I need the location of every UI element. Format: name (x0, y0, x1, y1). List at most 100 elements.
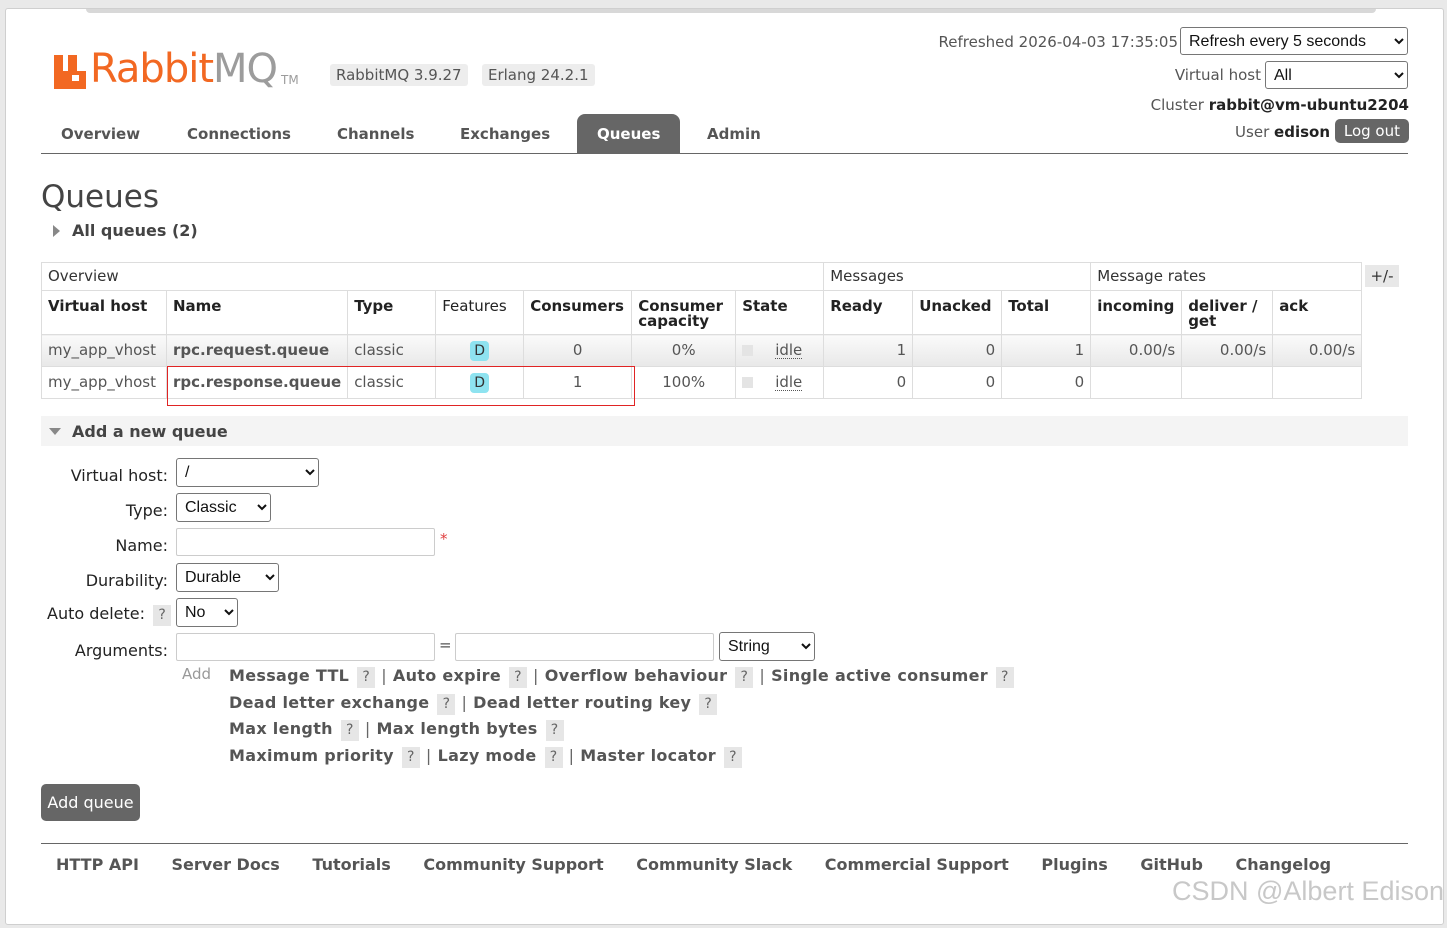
argument-value-input[interactable] (455, 633, 714, 661)
all-queues-label: All queues (2) (72, 221, 198, 240)
cell-ready: 1 (823, 334, 914, 367)
arg-message-ttl-link[interactable]: Message TTL (229, 666, 349, 685)
tab-overview[interactable]: Overview (41, 114, 160, 154)
auto-delete-field-label: Auto delete: (47, 604, 146, 623)
vhost-select[interactable]: / (176, 458, 319, 487)
arguments-field-label: Arguments: (74, 641, 168, 660)
arg-dlrk-link[interactable]: Dead letter routing key (473, 693, 691, 712)
logo-trademark: TM (281, 73, 299, 87)
auto-delete-select[interactable]: No (176, 598, 238, 627)
cell-ready: 0 (823, 366, 914, 399)
col-total[interactable]: Total (1001, 290, 1092, 335)
help-icon[interactable]: ? (340, 720, 359, 741)
help-icon[interactable]: ? (724, 747, 742, 768)
tab-admin[interactable]: Admin (687, 114, 781, 154)
footer-link-changelog[interactable]: Changelog (1235, 855, 1331, 874)
footer-link-community-slack[interactable]: Community Slack (636, 855, 792, 874)
cell-vhost: my_app_vhost (41, 366, 167, 399)
footer-link-http-api[interactable]: HTTP API (56, 855, 139, 874)
expanded-arrow-icon (49, 428, 61, 435)
col-consumers[interactable]: Consumers (523, 290, 633, 335)
user-label: User (1235, 123, 1270, 141)
col-unacked[interactable]: Unacked (912, 290, 1003, 335)
col-virtual-host[interactable]: Virtual host (41, 290, 167, 335)
footer-link-plugins[interactable]: Plugins (1041, 855, 1107, 874)
equals-sign: = (439, 636, 452, 654)
erlang-version-badge: Erlang 24.2.1 (482, 64, 595, 86)
cell-ack: 0.00/s (1272, 334, 1363, 367)
tab-queues[interactable]: Queues (577, 114, 681, 154)
user-name: edison (1274, 123, 1330, 141)
virtual-host-select[interactable]: All (1265, 61, 1408, 89)
user-info: User edison (1235, 123, 1330, 141)
arg-master-locator-link[interactable]: Master locator (580, 746, 716, 765)
refresh-interval-select[interactable]: Refresh every 5 seconds (1180, 27, 1408, 55)
arg-single-active-link[interactable]: Single active consumer (771, 666, 988, 685)
col-ack[interactable]: ack (1272, 290, 1363, 335)
queue-type-select[interactable]: Classic (176, 493, 271, 522)
argument-type-select[interactable]: String (719, 632, 815, 661)
cell-consumers: 0 (523, 334, 633, 367)
durability-select[interactable]: Durable (176, 563, 279, 592)
column-options-button[interactable]: +/- (1365, 265, 1399, 287)
footer-link-github[interactable]: GitHub (1140, 855, 1203, 874)
col-name[interactable]: Name (165, 290, 349, 335)
col-features[interactable]: Features (435, 290, 525, 335)
cell-unacked: 0 (912, 366, 1003, 399)
col-incoming[interactable]: incoming (1090, 290, 1183, 335)
tab-exchanges[interactable]: Exchanges (440, 114, 570, 154)
col-type[interactable]: Type (347, 290, 437, 335)
help-icon[interactable]: ? (735, 667, 754, 688)
footer-link-commercial-support[interactable]: Commercial Support (825, 855, 1009, 874)
argument-key-input[interactable] (176, 633, 435, 661)
arg-max-priority-link[interactable]: Maximum priority (229, 746, 394, 765)
cell-total: 0 (1001, 366, 1092, 399)
help-icon[interactable]: ? (357, 667, 376, 688)
annotation-highlight-box (167, 366, 635, 406)
tab-connections[interactable]: Connections (167, 114, 311, 154)
arg-lazy-mode-link[interactable]: Lazy mode (438, 746, 537, 765)
tabs-underline (41, 153, 1408, 154)
add-queue-button[interactable]: Add queue (41, 784, 140, 821)
arg-max-length-link[interactable]: Max length (229, 719, 333, 738)
collapsed-arrow-icon (53, 224, 60, 237)
table-row[interactable]: my_app_vhost rpc.request.queue classic D… (41, 334, 1363, 367)
help-icon[interactable]: ? (437, 694, 456, 715)
cell-deliver: 0.00/s (1181, 334, 1274, 367)
help-icon[interactable]: ? (509, 667, 528, 688)
help-icon[interactable]: ? (699, 694, 718, 715)
footer-divider (41, 843, 1408, 844)
cell-unacked: 0 (912, 334, 1003, 367)
tab-channels[interactable]: Channels (317, 114, 434, 154)
queue-name-link[interactable]: rpc.request.queue (165, 334, 349, 367)
cell-vhost: my_app_vhost (41, 334, 167, 367)
logout-button[interactable]: Log out (1334, 119, 1409, 143)
arg-max-length-bytes-link[interactable]: Max length bytes (377, 719, 538, 738)
arg-auto-expire-link[interactable]: Auto expire (393, 666, 501, 685)
help-icon[interactable]: ? (401, 747, 420, 768)
help-icon[interactable]: ? (153, 605, 172, 626)
help-icon[interactable]: ? (995, 667, 1014, 688)
durable-feature-badge: D (470, 341, 490, 361)
cell-state: idle (775, 373, 803, 391)
name-field-label: Name: (115, 536, 168, 555)
help-icon[interactable]: ? (545, 720, 564, 741)
cell-state: idle (775, 341, 803, 359)
page-title: Queues (41, 179, 159, 215)
col-consumer-capacity[interactable]: Consumer capacity (631, 290, 737, 335)
col-state[interactable]: State (735, 290, 825, 335)
footer-link-tutorials[interactable]: Tutorials (312, 855, 390, 874)
help-icon[interactable]: ? (544, 747, 563, 768)
rabbitmq-logo[interactable]: RabbitMQ TM (54, 41, 299, 89)
all-queues-toggle[interactable]: All queues (2) (53, 221, 198, 240)
auto-delete-label-group: Auto delete: ? (47, 604, 172, 626)
footer-link-server-docs[interactable]: Server Docs (172, 855, 280, 874)
queue-name-input[interactable] (176, 528, 435, 556)
add-queue-section-header[interactable]: Add a new queue (41, 416, 1408, 446)
col-ready[interactable]: Ready (823, 290, 914, 335)
col-deliver-get[interactable]: deliver / get (1181, 290, 1274, 335)
footer-link-community-support[interactable]: Community Support (423, 855, 603, 874)
arg-dlx-link[interactable]: Dead letter exchange (229, 693, 429, 712)
arg-overflow-link[interactable]: Overflow behaviour (545, 666, 728, 685)
type-field-label: Type: (125, 501, 168, 520)
